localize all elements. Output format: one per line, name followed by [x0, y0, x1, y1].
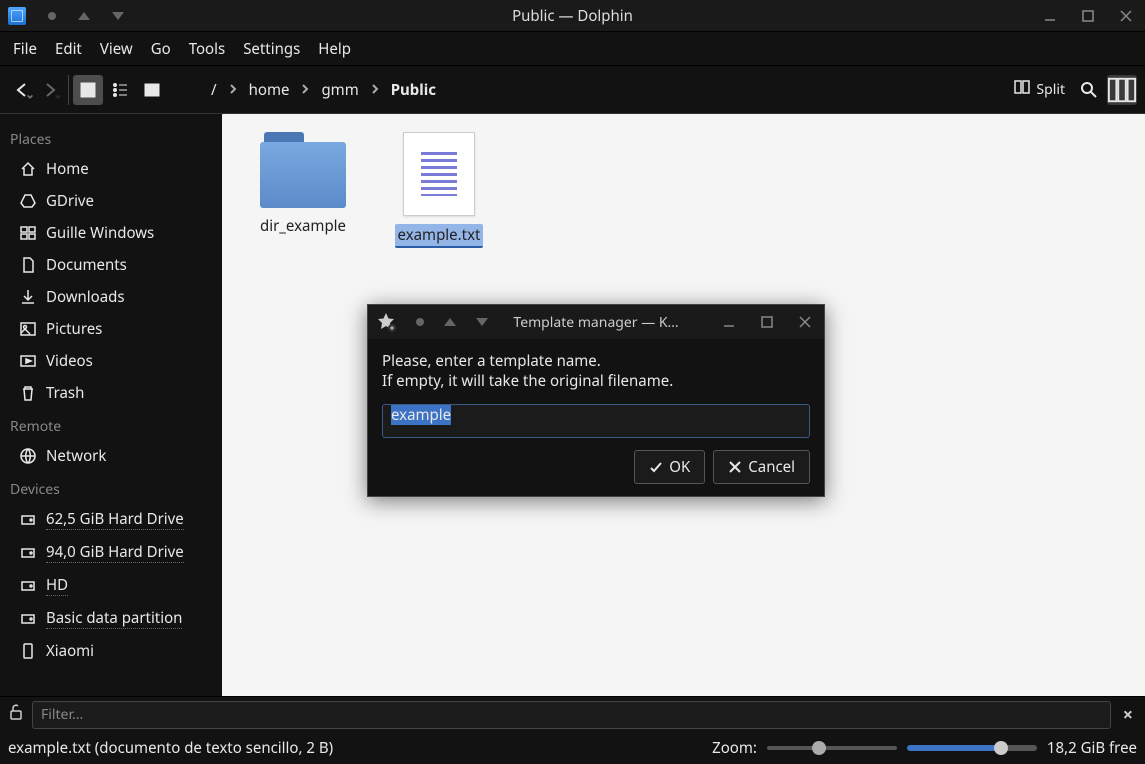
sidebar-item-pictures[interactable]: Pictures [0, 313, 222, 345]
shade-down-icon[interactable] [112, 12, 124, 20]
forward-button[interactable] [36, 75, 64, 105]
crumb-current[interactable]: Public [391, 80, 436, 100]
menu-file[interactable]: File [4, 32, 46, 66]
text-file-icon [403, 132, 475, 216]
toolbar: / home gmm Public Split [0, 66, 1145, 114]
ok-button[interactable]: OK [634, 450, 705, 484]
cancel-button[interactable]: Cancel [713, 450, 810, 484]
star-plus-icon [376, 312, 396, 332]
close-filter-button[interactable]: × [1119, 703, 1137, 727]
crumb-root[interactable]: / [211, 80, 217, 100]
chevron-right-icon [369, 80, 381, 100]
sidebar-item-documents[interactable]: Documents [0, 249, 222, 281]
sidebar-item-basic-data[interactable]: Basic data partition [0, 602, 222, 635]
sidebar-item-windows[interactable]: Guille Windows [0, 217, 222, 249]
devices-header: Devices [0, 472, 222, 503]
menu-help[interactable]: Help [309, 32, 360, 66]
shade-up-icon[interactable] [78, 12, 90, 20]
app-icon [8, 7, 26, 25]
dialog-close-button[interactable] [786, 305, 824, 339]
file-item-folder[interactable]: dir_example [258, 132, 348, 248]
dialog-maximize-button[interactable] [748, 305, 786, 339]
close-button[interactable] [1107, 0, 1145, 32]
sidebar-item-home[interactable]: Home [0, 153, 222, 185]
zoom-slider[interactable] [767, 746, 897, 750]
menu-view[interactable]: View [91, 32, 142, 66]
view-columns-button[interactable] [137, 75, 167, 105]
file-item-text[interactable]: example.txt [394, 132, 484, 248]
minimize-button[interactable] [1031, 0, 1069, 32]
maximize-button[interactable] [1069, 0, 1107, 32]
remote-header: Remote [0, 409, 222, 440]
sidebar-item-downloads[interactable]: Downloads [0, 281, 222, 313]
menu-settings[interactable]: Settings [234, 32, 309, 66]
search-button[interactable] [1075, 75, 1103, 105]
filter-bar: Filter... × [0, 696, 1145, 732]
template-dialog: Template manager — K… Please, enter a te… [367, 304, 825, 497]
breadcrumb: / home gmm Public [211, 80, 436, 100]
chevron-right-icon [227, 80, 239, 100]
sidebar-item-videos[interactable]: Videos [0, 345, 222, 377]
shade-down-icon[interactable] [476, 318, 488, 326]
crumb-user[interactable]: gmm [321, 80, 358, 100]
keep-above-icon[interactable] [416, 318, 424, 326]
sidebar-item-hd[interactable]: HD [0, 569, 222, 602]
sidebar-item-xiaomi[interactable]: Xiaomi [0, 635, 222, 667]
unlock-icon[interactable] [8, 704, 24, 725]
chevron-right-icon [299, 80, 311, 100]
shade-up-icon[interactable] [444, 318, 456, 326]
crumb-home[interactable]: home [249, 80, 290, 100]
dialog-text-1: Please, enter a template name. [382, 351, 810, 371]
sidebar-item-drive-2[interactable]: 94,0 GiB Hard Drive [0, 536, 222, 569]
status-selection: example.txt (documento de texto sencillo… [8, 738, 333, 758]
folder-icon [260, 132, 346, 208]
file-view[interactable]: dir_example example.txt Template manager… [222, 114, 1145, 696]
sidebar-item-drive-1[interactable]: 62,5 GiB Hard Drive [0, 503, 222, 536]
dialog-minimize-button[interactable] [710, 305, 748, 339]
dialog-titlebar[interactable]: Template manager — K… [368, 305, 824, 339]
back-button[interactable] [8, 75, 36, 105]
disk-usage-bar [907, 745, 1037, 751]
menu-edit[interactable]: Edit [46, 32, 91, 66]
sidebar-item-network[interactable]: Network [0, 440, 222, 472]
status-bar: example.txt (documento de texto sencillo… [0, 732, 1145, 764]
panel-toggle-button[interactable] [1107, 75, 1137, 105]
sidebar: Places Home GDrive Guille Windows Docume… [0, 114, 222, 696]
titlebar: Public — Dolphin [0, 0, 1145, 32]
template-name-input[interactable]: example [382, 404, 810, 438]
sidebar-item-trash[interactable]: Trash [0, 377, 222, 409]
filter-input[interactable]: Filter... [32, 701, 1111, 729]
places-header: Places [0, 122, 222, 153]
sidebar-item-gdrive[interactable]: GDrive [0, 185, 222, 217]
menu-go[interactable]: Go [142, 32, 180, 66]
split-button[interactable]: Split [1008, 79, 1071, 100]
dialog-text-2: If empty, it will take the original file… [382, 371, 810, 391]
window-title: Public — Dolphin [512, 6, 633, 26]
free-space: 18,2 GiB free [1047, 738, 1137, 758]
view-list-button[interactable] [105, 75, 135, 105]
keep-above-icon[interactable] [48, 12, 56, 20]
zoom-label: Zoom: [712, 738, 757, 758]
menu-tools[interactable]: Tools [180, 32, 235, 66]
dialog-title: Template manager — K… [513, 313, 678, 332]
view-icons-button[interactable] [73, 75, 103, 105]
menubar: File Edit View Go Tools Settings Help [0, 32, 1145, 66]
